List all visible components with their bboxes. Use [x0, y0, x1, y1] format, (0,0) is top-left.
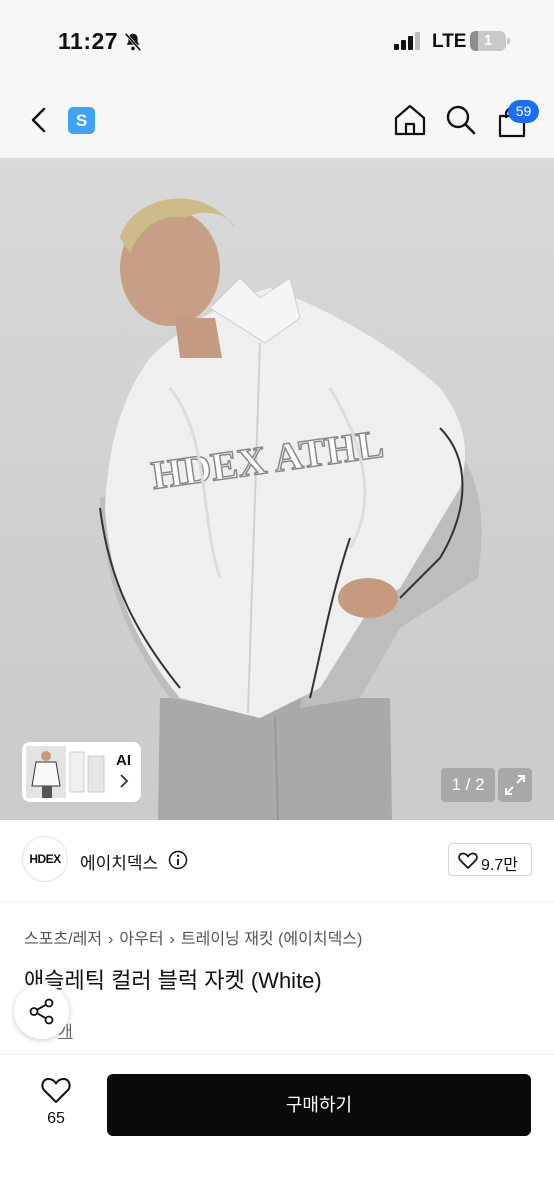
- breadcrumb-item[interactable]: 아우터: [119, 931, 163, 948]
- breadcrumb-separator-icon: ›: [169, 931, 175, 948]
- image-pager: 1 / 2: [441, 768, 495, 802]
- bottom-action-bar: 65 구매하기: [0, 1054, 554, 1200]
- brand-like-button[interactable]: 9.7만: [448, 843, 532, 876]
- brand-name[interactable]: 에이치덱스: [80, 849, 158, 874]
- breadcrumb-separator-icon: ›: [108, 931, 114, 948]
- bell-off-icon: [124, 32, 142, 52]
- share-button[interactable]: [14, 984, 69, 1039]
- ai-thumbnail-card[interactable]: AI: [22, 742, 141, 802]
- chevron-right-icon: [120, 774, 129, 788]
- network-label: LTE: [432, 31, 467, 52]
- status-bar: 11:27 LTE 1: [0, 0, 554, 84]
- expand-button[interactable]: [498, 768, 532, 802]
- wish-count: 65: [47, 1110, 65, 1127]
- ai-label: AI: [116, 752, 131, 769]
- expand-icon: [505, 775, 525, 795]
- brand-like-count: 9.7만: [481, 857, 518, 874]
- status-time: 11:27: [58, 28, 119, 54]
- cart-count-badge: 59: [508, 100, 539, 123]
- brand-logo[interactable]: HDEX: [22, 836, 68, 882]
- breadcrumb: 스포츠/레저 › 아우터 › 트레이닝 재킷 (에이치덱스): [24, 925, 362, 949]
- back-icon[interactable]: [28, 106, 52, 134]
- product-image[interactable]: HDEX ATHL AI 1 / 2: [0, 158, 554, 820]
- breadcrumb-item[interactable]: 스포츠/레저: [24, 931, 102, 948]
- heart-icon[interactable]: [41, 1077, 71, 1104]
- thumbnail-images: [26, 746, 105, 798]
- product-photo: HDEX ATHL: [99, 198, 482, 820]
- breadcrumb-item[interactable]: 트레이닝 재킷 (에이치덱스): [181, 931, 362, 948]
- info-icon[interactable]: [168, 850, 188, 870]
- product-title: 애슬레틱 컬러 블럭 자켓 (White): [24, 968, 322, 993]
- brand-row: HDEX 에이치덱스 9.7만: [0, 820, 554, 902]
- app-logo[interactable]: S: [68, 107, 95, 134]
- heart-icon: [458, 852, 478, 869]
- signal-icon: [394, 32, 420, 50]
- share-icon: [29, 998, 54, 1025]
- top-nav: S 59: [0, 84, 554, 158]
- home-icon[interactable]: [393, 103, 427, 137]
- buy-button[interactable]: 구매하기: [107, 1074, 531, 1136]
- battery-icon: 1: [470, 31, 510, 51]
- battery-level: 1: [483, 32, 493, 49]
- search-icon[interactable]: [445, 104, 477, 136]
